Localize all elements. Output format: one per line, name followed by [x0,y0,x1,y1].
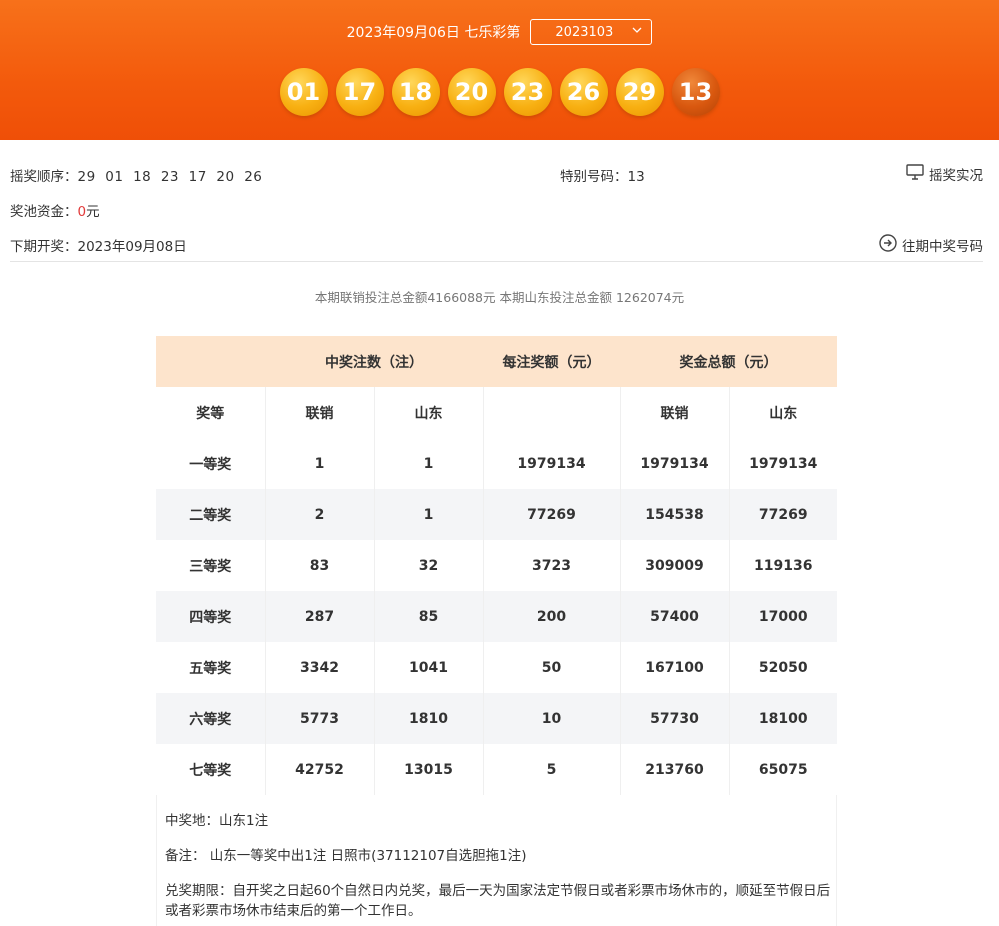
order-values: 29 01 18 23 17 20 26 [77,169,263,185]
table-cell: 13015 [374,744,484,795]
table-cell: 154538 [620,489,730,540]
table-cell: 1979134 [749,455,818,472]
table-sub-header: 奖等 联销 山东 联销 山东 [156,387,837,438]
number-ball: 17 [335,68,384,116]
table-row: 四等奖 287 85 200 57400 17000 [156,591,837,642]
table-cell: 1 [374,489,484,540]
number-ball: 23 [503,68,552,116]
table-row: 一等奖 1 1 1979134 1979134 1979134 [156,438,837,489]
table-cell: 213760 [620,744,730,795]
number-ball: 01 [279,68,328,116]
col-shandong: 山东 [374,387,484,438]
notes-section: 中奖地：山东1注 备注： 山东一等奖中出1注 日照市(37112107自选胆拖1… [156,795,837,926]
header-per-prize: 每注奖额（元） [483,336,620,387]
sales-summary: 本期联销投注总金额4166088元 本期山东投注总金额 1262074元 [314,290,685,305]
table-cell: 287 [265,591,375,642]
table-cell: 五等奖 [156,642,266,693]
issue-value: 2023103 [555,24,614,40]
table-cell: 1979134 [483,438,621,489]
pool-unit: 元 [86,204,100,220]
pool-label: 奖池资金： [10,204,78,220]
order-label: 摇奖顺序： [10,169,78,185]
table-cell: 50 [483,642,621,693]
table-row: 二等奖 2 1 77269 154538 77269 [156,489,837,540]
table-row: 六等奖 5773 1810 10 57730 18100 [156,693,837,744]
header-win-count: 中奖注数（注） [265,336,483,387]
table-cell: 5773 [265,693,375,744]
next-draw-row: 下期开奖：2023年09月08日 [10,235,983,255]
col-shandong-total: 山东 [769,405,798,422]
table-cell: 10 [483,693,621,744]
table-cell: 57400 [620,591,730,642]
table-cell: 1979134 [620,438,730,489]
table-cell: 309009 [620,540,730,591]
table-cell: 2 [265,489,375,540]
remark: 备注： 山东一等奖中出1注 日照市(37112107自选胆拖1注) [165,848,527,864]
table-cell: 七等奖 [156,744,266,795]
arrow-circle-icon [879,234,897,256]
table-cell: 57730 [620,693,730,744]
table-cell: 52050 [758,659,808,676]
table-cell: 119136 [754,557,813,574]
table-cell: 1041 [374,642,484,693]
table-cell: 200 [483,591,621,642]
col-prize-level: 奖等 [156,387,266,438]
table-cell: 3342 [265,642,375,693]
table-row: 七等奖 42752 13015 5 213760 65075 [156,744,837,795]
draw-order-row: 摇奖顺序：29 01 18 23 17 20 26 特别号码：13 [10,165,983,185]
winning-numbers: 01 17 18 20 23 26 29 13 [0,68,999,116]
table-cell: 42752 [265,744,375,795]
table-cell: 83 [265,540,375,591]
live-draw-link[interactable]: 摇奖实况 [906,164,983,184]
history-link[interactable]: 往期中奖号码 [879,234,983,256]
table-cell: 17000 [729,591,837,642]
table-cell: 3723 [483,540,621,591]
col-blank [483,387,621,438]
draw-banner: 2023年09月06日 七乐彩第 2023103 01 17 18 20 23 … [0,0,999,140]
table-cell: 1 [374,438,484,489]
live-draw-label: 摇奖实况 [929,168,983,184]
table-row: 五等奖 3342 1041 50 167100 52050 [156,642,837,693]
number-ball: 20 [447,68,496,116]
issue-select[interactable]: 2023103 [530,19,653,45]
header-total-prize: 奖金总额（元） [620,336,837,387]
table-cell: 六等奖 [156,693,266,744]
claim-deadline: 兑奖期限：自开奖之日起60个自然日内兑奖，最后一天为国家法定节假日或者彩票市场休… [165,883,831,919]
special-number-ball: 13 [671,68,720,116]
table-cell: 77269 [729,489,837,540]
winning-place: 中奖地：山东1注 [165,813,269,829]
table-cell: 四等奖 [156,591,266,642]
monitor-icon [906,164,924,184]
special-number-info: 特别号码：13 [560,169,645,185]
number-ball: 18 [391,68,440,116]
table-cell: 三等奖 [156,540,266,591]
number-ball: 29 [615,68,664,116]
table-cell: 32 [374,540,484,591]
next-draw-date: 2023年09月08日 [77,239,187,255]
table-group-header: 中奖注数（注） 每注奖额（元） 奖金总额（元） [156,336,837,387]
col-national: 联销 [265,387,375,438]
table-cell: 一等奖 [156,438,266,489]
table-cell: 1810 [374,693,484,744]
divider [10,261,983,262]
col-national-total: 联销 [620,387,730,438]
draw-date: 2023年09月06日 七乐彩第 [346,25,521,41]
table-cell: 二等奖 [156,489,266,540]
table-cell: 5 [483,744,621,795]
table-cell: 77269 [483,489,621,540]
next-draw-label: 下期开奖： [10,239,78,255]
pool-row: 奖池资金：0元 [10,200,983,220]
table-row: 三等奖 83 32 3723 309009 119136 [156,540,837,591]
table-cell: 167100 [620,642,730,693]
table-cell: 18100 [729,693,837,744]
pool-value: 0 [77,204,87,220]
prize-table: 中奖注数（注） 每注奖额（元） 奖金总额（元） 奖等 联销 山东 联销 山东 一… [156,336,837,795]
chevron-down-icon [632,25,642,38]
number-ball: 26 [559,68,608,116]
table-cell: 1 [265,438,375,489]
table-cell: 65075 [758,761,808,778]
table-cell: 85 [374,591,484,642]
history-label: 往期中奖号码 [902,239,983,255]
